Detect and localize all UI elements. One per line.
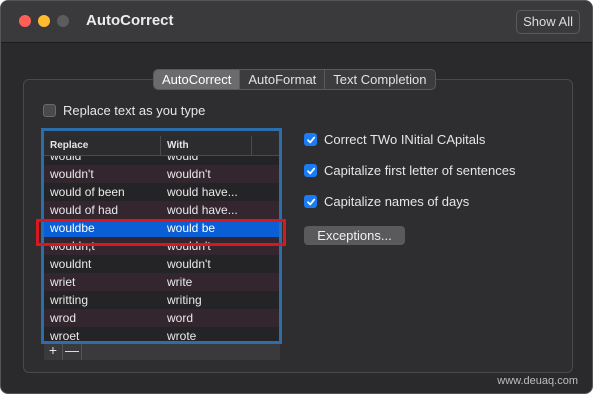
with-cell: write: [167, 275, 193, 289]
add-entry-button[interactable]: +: [44, 342, 63, 360]
tab-autoformat[interactable]: AutoFormat: [240, 70, 326, 89]
with-cell: wouldn't: [167, 257, 211, 271]
with-cell: would have...: [167, 185, 238, 199]
replace-cell: wouldn't: [50, 167, 94, 181]
replace-cell: writting: [50, 293, 89, 307]
with-cell: wouldn't: [167, 167, 211, 181]
with-cell: would: [167, 156, 199, 163]
capitalize-days-checkbox[interactable]: [304, 195, 317, 208]
remove-entry-button[interactable]: —: [63, 342, 82, 360]
capitalize-sentences-label: Capitalize first letter of sentences: [324, 163, 516, 178]
replace-cell: would of had: [50, 203, 119, 217]
checkmark-icon: [306, 198, 315, 205]
replace-cell: wouldnt: [50, 257, 92, 271]
table-row[interactable]: would would: [44, 156, 280, 165]
replace-cell: wouldn;t: [50, 239, 95, 253]
option-capitalize-days[interactable]: Capitalize names of days: [304, 194, 469, 209]
checkmark-icon: [306, 167, 315, 174]
replace-cell: wroet: [50, 329, 80, 342]
window-title: AutoCorrect: [86, 12, 174, 29]
show-all-button[interactable]: Show All: [516, 10, 580, 34]
correct-capitals-checkbox[interactable]: [304, 133, 317, 146]
option-correct-capitals[interactable]: Correct TWo INitial CApitals: [304, 132, 485, 147]
close-window-button[interactable]: [19, 15, 31, 27]
minimize-window-button[interactable]: [38, 15, 50, 27]
with-cell: would be: [167, 221, 216, 235]
title-bar: AutoCorrect Show All: [1, 1, 592, 43]
capitalize-days-label: Capitalize names of days: [324, 194, 470, 209]
add-remove-bar: + —: [44, 342, 280, 360]
with-cell: word: [167, 311, 194, 325]
with-cell: wrote: [167, 329, 197, 342]
table-row[interactable]: wouldbe would be: [44, 219, 280, 237]
replace-cell: would: [50, 156, 82, 163]
replacement-table: Replace With would would wouldn't wouldn't w…: [44, 136, 280, 342]
tab-text-completion[interactable]: Text Completion: [325, 70, 434, 89]
with-cell: would have...: [167, 203, 238, 217]
replace-text-option[interactable]: Replace text as you type: [43, 103, 205, 118]
table-row[interactable]: wouldn;t wouldn't: [44, 237, 280, 255]
table-header: Replace With: [44, 136, 280, 156]
tab-bar: AutoCorrect AutoFormat Text Completion: [153, 69, 436, 90]
table-row[interactable]: would of been would have...: [44, 183, 280, 201]
table-body[interactable]: would would wouldn't wouldn't would of been w…: [44, 156, 280, 342]
tab-autocorrect[interactable]: AutoCorrect: [154, 70, 241, 89]
table-row[interactable]: wouldn't wouldn't: [44, 165, 280, 183]
table-row[interactable]: would of had would have...: [44, 201, 280, 219]
table-row[interactable]: wrod word: [44, 309, 280, 327]
table-row[interactable]: wroet wrote: [44, 327, 280, 342]
watermark: www.deuaq.com: [497, 375, 578, 387]
table-row[interactable]: writting writing: [44, 291, 280, 309]
zoom-window-button[interactable]: [57, 15, 69, 27]
autocorrect-window: AutoCorrect Show All AutoCorrect AutoFor…: [0, 0, 593, 394]
option-capitalize-sentences[interactable]: Capitalize first letter of sentences: [304, 163, 515, 178]
with-cell: writing: [167, 293, 202, 307]
capitalize-sentences-checkbox[interactable]: [304, 164, 317, 177]
replace-cell: wouldbe: [50, 221, 95, 235]
table-row[interactable]: wriet write: [44, 273, 280, 291]
replace-cell: would of been: [50, 185, 125, 199]
replace-column-header[interactable]: Replace: [44, 136, 161, 155]
checkmark-icon: [306, 136, 315, 143]
replace-cell: wrod: [50, 311, 77, 325]
table-row[interactable]: wouldnt wouldn't: [44, 255, 280, 273]
exceptions-button[interactable]: Exceptions...: [304, 226, 405, 245]
with-column-header[interactable]: With: [161, 136, 252, 155]
replace-cell: wriet: [50, 275, 76, 289]
replace-text-checkbox[interactable]: [43, 104, 56, 117]
with-cell: wouldn't: [167, 239, 211, 253]
correct-capitals-label: Correct TWo INitial CApitals: [324, 132, 486, 147]
replace-text-label: Replace text as you type: [63, 103, 206, 118]
